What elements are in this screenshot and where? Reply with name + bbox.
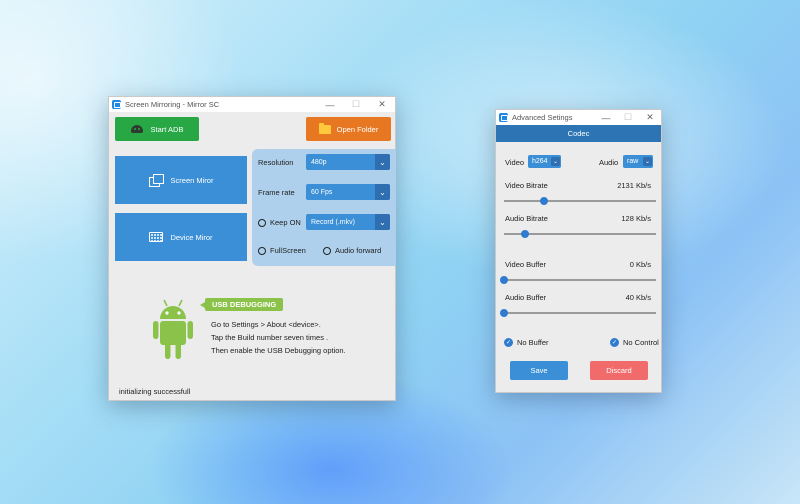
minimize-button[interactable]: —	[595, 110, 617, 125]
close-button[interactable]: ✕	[639, 110, 661, 125]
start-adb-button[interactable]: Start ADB	[115, 117, 199, 141]
audio-buffer-slider[interactable]	[500, 309, 656, 317]
audio-codec-select[interactable]: raw ⌄	[623, 155, 653, 168]
frame-rate-select[interactable]: 60 Fps ⌄	[306, 184, 390, 200]
chevron-down-icon: ⌄	[551, 157, 560, 166]
window-controls: — ☐ ✕	[595, 110, 661, 125]
close-button[interactable]: ✕	[369, 97, 395, 112]
keep-on-label: Keep ON	[270, 218, 301, 227]
usb-instruction-line-3: Then enable the USB Debugging option.	[211, 346, 346, 355]
device-mirror-label: Device Miror	[170, 232, 213, 242]
main-titlebar[interactable]: Screen Mirroring - Mirror SC — ☐ ✕	[109, 97, 395, 112]
start-adb-label: Start ADB	[150, 124, 184, 134]
app-icon	[112, 100, 121, 109]
video-codec-label: Video	[505, 158, 525, 167]
video-buffer-slider[interactable]	[500, 276, 656, 284]
check-icon[interactable]: ✓	[504, 338, 513, 347]
main-window: Screen Mirroring - Mirror SC — ☐ ✕ Start…	[108, 96, 396, 401]
usb-instruction-line-1: Go to Settings > About <device>.	[211, 320, 321, 329]
video-bitrate-value: 2131 Kb/s	[617, 181, 651, 190]
frame-rate-label: Frame rate	[258, 188, 295, 197]
open-folder-label: Open Folder	[336, 124, 379, 134]
discard-button[interactable]: Discard	[590, 361, 648, 380]
resolution-label: Resolution	[258, 158, 294, 167]
screen-mirror-icon	[148, 174, 164, 187]
status-text: initializing successfull	[119, 387, 191, 396]
app-icon	[499, 113, 508, 122]
audio-bitrate-thumb[interactable]	[521, 230, 530, 238]
video-codec-value: h264	[532, 158, 548, 165]
record-value: Record (.mkv)	[311, 218, 355, 226]
audio-bitrate-slider[interactable]	[504, 230, 656, 238]
chevron-down-icon: ⌄	[375, 154, 390, 170]
android-icon	[130, 125, 143, 133]
advanced-titlebar[interactable]: Advanced Setings — ☐ ✕	[496, 110, 661, 125]
check-icon[interactable]: ✓	[610, 338, 619, 347]
audio-buffer-thumb[interactable]	[500, 309, 508, 317]
audio-forward-option[interactable]: Audio forward	[323, 246, 381, 255]
device-mirror-button[interactable]: Device Miror	[115, 213, 247, 261]
window-controls: — ☐ ✕	[317, 97, 395, 112]
maximize-button[interactable]: ☐	[617, 110, 639, 125]
android-robot-icon	[153, 299, 193, 359]
fullscreen-option[interactable]: FullScreen	[258, 246, 306, 255]
video-bitrate-label: Video Bitrate	[505, 181, 548, 190]
usb-debugging-tag: USB DEBUGGING	[199, 298, 284, 311]
usb-instruction-line-2: Tap the Build number seven times .	[211, 333, 329, 342]
audio-forward-label: Audio forward	[335, 246, 382, 255]
minimize-button[interactable]: —	[317, 97, 343, 112]
audio-bitrate-value: 128 Kb/s	[621, 214, 651, 223]
resolution-select[interactable]: 480p ⌄	[306, 154, 390, 170]
maximize-button[interactable]: ☐	[343, 97, 369, 112]
keyboard-icon	[149, 232, 164, 242]
video-buffer-label: Video Buffer	[505, 260, 547, 269]
codec-header: Codec	[496, 125, 661, 142]
main-window-title: Screen Mirroring - Mirror SC	[125, 100, 220, 109]
no-control-option[interactable]: ✓ No Control	[610, 338, 659, 347]
settings-panel: Resolution 480p ⌄ Frame rate 60 Fps ⌄ Ke…	[252, 149, 396, 266]
chevron-down-icon: ⌄	[643, 157, 652, 166]
resolution-value: 480p	[311, 158, 327, 166]
chevron-down-icon: ⌄	[375, 214, 390, 230]
keep-on-option[interactable]: Keep ON	[258, 218, 301, 227]
video-bitrate-thumb[interactable]	[539, 197, 548, 205]
audio-bitrate-label: Audio Bitrate	[505, 214, 548, 223]
keep-on-radio[interactable]	[258, 218, 266, 227]
record-select[interactable]: Record (.mkv) ⌄	[306, 214, 390, 230]
advanced-window-title: Advanced Setings	[512, 113, 573, 122]
audio-codec-label: Audio	[599, 158, 619, 167]
no-buffer-option[interactable]: ✓ No Buffer	[504, 338, 549, 347]
save-button[interactable]: Save	[510, 361, 568, 380]
screen-mirror-button[interactable]: Screen Miror	[115, 156, 247, 204]
fullscreen-radio[interactable]	[258, 246, 266, 255]
folder-icon	[318, 122, 331, 134]
audio-codec-value: raw	[627, 158, 639, 165]
video-bitrate-slider[interactable]	[504, 197, 656, 205]
video-buffer-thumb[interactable]	[500, 276, 508, 284]
open-folder-button[interactable]: Open Folder	[306, 117, 391, 141]
audio-buffer-label: Audio Buffer	[505, 293, 547, 302]
video-buffer-value: 0 Kb/s	[629, 260, 651, 269]
no-control-label: No Control	[623, 338, 659, 347]
frame-rate-value: 60 Fps	[311, 188, 333, 196]
audio-forward-radio[interactable]	[323, 246, 331, 255]
video-codec-select[interactable]: h264 ⌄	[528, 155, 561, 168]
advanced-settings-window: Advanced Setings — ☐ ✕ Codec Video h264 …	[495, 109, 662, 393]
screen-mirror-label: Screen Miror	[170, 175, 214, 185]
no-buffer-label: No Buffer	[517, 338, 549, 347]
chevron-down-icon: ⌄	[375, 184, 390, 200]
audio-buffer-value: 40 Kb/s	[625, 293, 651, 302]
fullscreen-label: FullScreen	[270, 246, 306, 255]
